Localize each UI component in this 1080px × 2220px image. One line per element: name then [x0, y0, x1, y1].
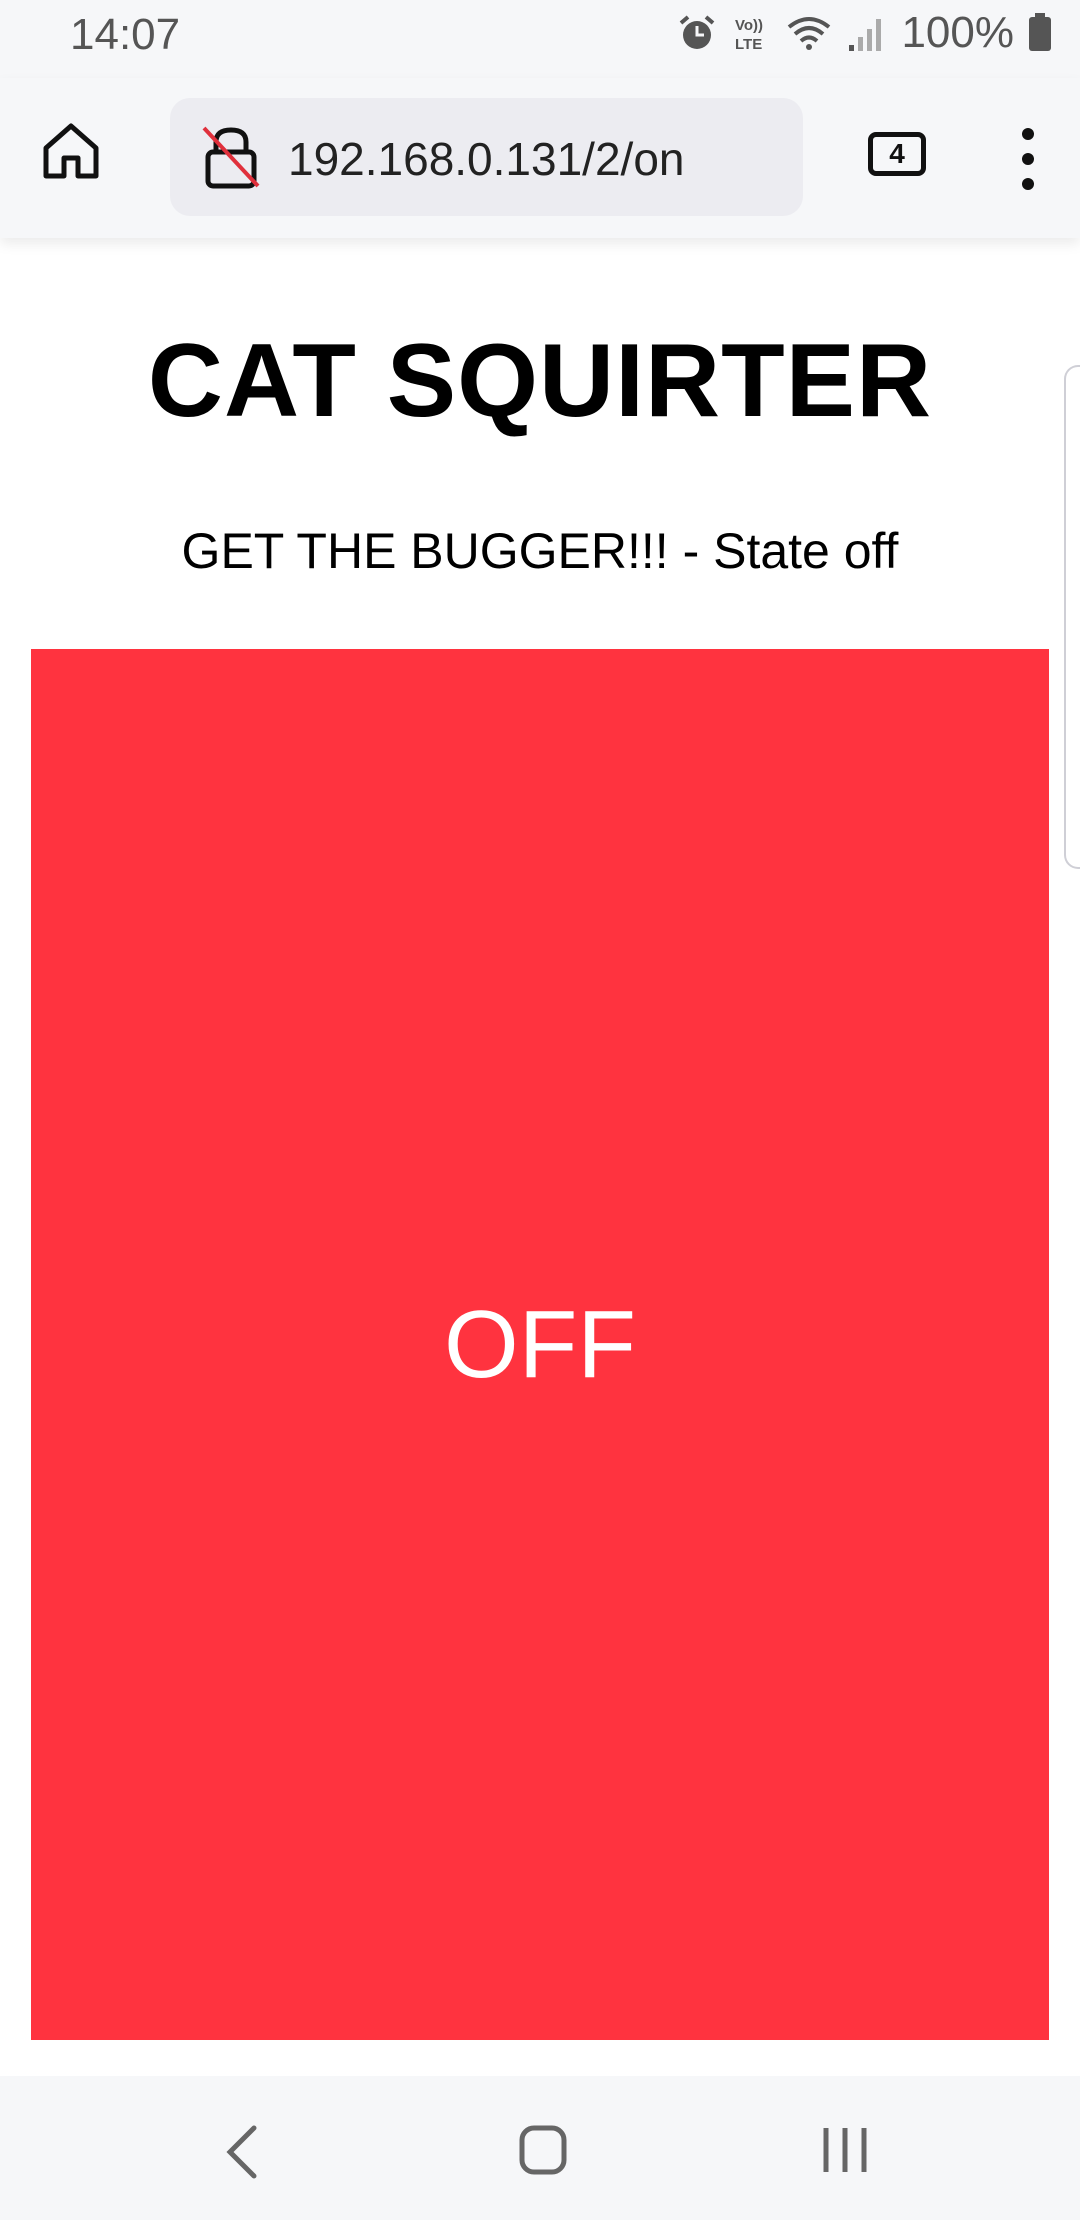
- toggle-off-button[interactable]: OFF: [31, 649, 1049, 2040]
- status-time: 14:07: [70, 10, 181, 59]
- back-icon[interactable]: [220, 2120, 264, 2184]
- svg-text:LTE: LTE: [735, 36, 762, 53]
- signal-icon: [849, 19, 882, 51]
- svg-text:Vo)): Vo)): [735, 17, 763, 34]
- home-nav-icon[interactable]: [518, 2122, 568, 2178]
- wifi-icon: [788, 17, 831, 50]
- url-bar[interactable]: 192.168.0.131/2/on: [170, 98, 803, 216]
- page-subtitle: GET THE BUGGER!!! - State off: [181, 523, 899, 579]
- home-icon[interactable]: [38, 118, 104, 184]
- insecure-lock-icon[interactable]: [200, 124, 262, 190]
- navigation-bar: [0, 2076, 1080, 2220]
- recents-icon[interactable]: [820, 2124, 870, 2176]
- more-menu-icon[interactable]: [1010, 124, 1046, 194]
- battery-percent: 100%: [901, 8, 1014, 57]
- tab-count: 4: [889, 138, 905, 169]
- toggle-button-label: OFF: [444, 1290, 636, 1398]
- browser-toolbar: 192.168.0.131/2/on 4: [0, 78, 1080, 238]
- page-title: CAT SQUIRTER: [147, 323, 933, 439]
- volte-icon: Vo)) LTE: [735, 17, 763, 53]
- url-text[interactable]: 192.168.0.131/2/on: [288, 132, 684, 186]
- battery-icon: [1029, 13, 1051, 51]
- alarm-icon: [680, 15, 715, 49]
- status-icons: Vo)) LTE 100%: [677, 8, 1052, 58]
- status-bar: 14:07 Vo)) LTE 100%: [0, 0, 1080, 78]
- tabs-icon[interactable]: 4: [868, 132, 926, 176]
